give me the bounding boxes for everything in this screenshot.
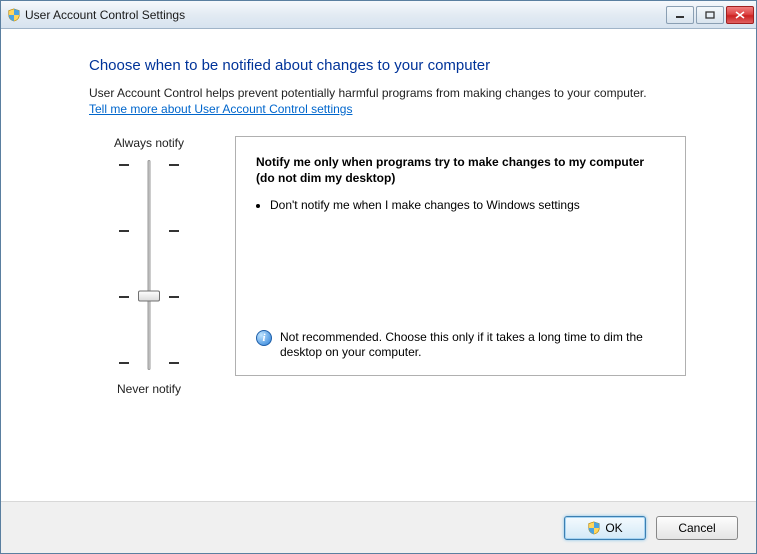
close-button[interactable]: [726, 6, 754, 24]
content-area: Choose when to be notified about changes…: [1, 29, 756, 501]
ok-button[interactable]: OK: [564, 516, 646, 540]
titlebar: User Account Control Settings: [1, 1, 756, 29]
ok-button-label: OK: [605, 521, 622, 535]
slider-track: [148, 160, 151, 370]
slider-label-bottom: Never notify: [117, 382, 181, 396]
cancel-button-label: Cancel: [678, 521, 715, 535]
slider-thumb[interactable]: [138, 291, 160, 302]
maximize-button[interactable]: [696, 6, 724, 24]
slider-column: Always notify Never notify: [89, 136, 209, 396]
page-description: User Account Control helps prevent poten…: [89, 86, 686, 100]
level-bullet-list: Don't notify me when I make changes to W…: [270, 198, 665, 220]
shield-icon: [7, 8, 21, 22]
info-icon: i: [256, 330, 272, 346]
window-title: User Account Control Settings: [21, 8, 666, 22]
level-bullet: Don't notify me when I make changes to W…: [270, 198, 665, 214]
window-controls: [666, 6, 754, 24]
level-note: i Not recommended. Choose this only if i…: [256, 330, 665, 361]
minimize-button[interactable]: [666, 6, 694, 24]
slider-label-top: Always notify: [114, 136, 184, 150]
level-note-text: Not recommended. Choose this only if it …: [280, 330, 665, 361]
level-heading: Notify me only when programs try to make…: [256, 155, 665, 186]
cancel-button[interactable]: Cancel: [656, 516, 738, 540]
level-description-panel: Notify me only when programs try to make…: [235, 136, 686, 376]
notification-slider[interactable]: [119, 160, 179, 370]
learn-more-link[interactable]: Tell me more about User Account Control …: [89, 102, 352, 116]
page-heading: Choose when to be notified about changes…: [89, 57, 686, 74]
shield-icon: [587, 521, 601, 535]
footer: OK Cancel: [1, 501, 756, 553]
